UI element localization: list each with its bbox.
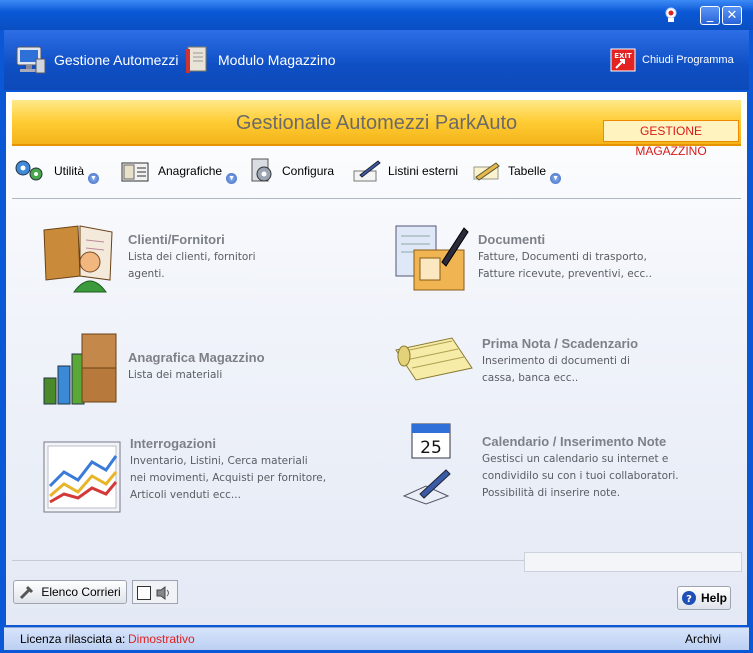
listini-esterni-label: Listini esterni — [388, 164, 459, 178]
tabelle-menu[interactable]: Tabelle ▼ — [472, 156, 562, 186]
header-banner: Gestionale Automezzi ParkAuto GESTIONE M… — [12, 100, 741, 158]
module-desc: Inventario, Listini, Cerca materiali — [130, 455, 308, 467]
tool-icon — [20, 585, 34, 600]
module-desc: Gestisci un calendario su internet e — [482, 453, 669, 465]
module-desc: Articoli venduti ecc... — [130, 489, 241, 501]
module-desc: Possibilità di inserire note. — [482, 487, 621, 499]
module-title: Interrogazioni — [130, 436, 216, 451]
license-label: Licenza rilasciata a: — [20, 632, 126, 646]
computer-icon — [16, 46, 46, 74]
modulo-magazzino-button[interactable]: Modulo Magazzino — [184, 46, 336, 74]
app-bar: Gestione Automezzi Modulo Magazzino EXIT… — [4, 30, 749, 90]
module-anagrafica-magazzino[interactable]: Anagrafica Magazzino Lista dei materiali — [40, 328, 265, 408]
toolbar: Utilità ▼ Anagrafiche ▼ Configura Listin… — [12, 152, 741, 192]
divider — [12, 198, 741, 199]
window-frame: _ ✕ Gestione Automezzi Modulo Magazzino — [0, 0, 753, 653]
notes-icon — [402, 469, 451, 505]
user-icon[interactable] — [662, 6, 680, 24]
module-title: Anagrafica Magazzino — [128, 350, 265, 365]
main-panel: Gestionale Automezzi ParkAuto GESTIONE M… — [6, 92, 747, 625]
module-calendario[interactable]: 25 Calendario / Inserimento Note Gestisc… — [402, 420, 679, 510]
help-label: Help — [700, 591, 727, 605]
utilita-label: Utilità — [54, 164, 85, 178]
modulo-magazzino-label: Modulo Magazzino — [218, 52, 336, 68]
utilita-menu[interactable]: Utilità ▼ — [14, 156, 100, 186]
minimize-icon: _ — [706, 8, 714, 23]
module-documenti[interactable]: Documenti Fatture, Documenti di trasport… — [392, 222, 652, 296]
anagrafiche-menu[interactable]: Anagrafiche ▼ — [120, 156, 238, 186]
gestione-automezzi-label: Gestione Automezzi — [54, 52, 179, 68]
pen-icon — [353, 160, 381, 182]
chiudi-programma-label: Chiudi Programma — [642, 54, 734, 66]
module-prima-nota[interactable]: Prima Nota / Scadenzario Inserimento di … — [392, 332, 638, 387]
module-desc: agenti. — [128, 268, 165, 280]
line-chart-icon — [43, 441, 121, 513]
module-interrogazioni[interactable]: Interrogazioni Inventario, Listini, Cerc… — [40, 436, 326, 516]
module-clienti-fornitori[interactable]: Clienti/Fornitori Lista dei clienti, for… — [40, 222, 256, 294]
contacts-book-icon — [43, 225, 113, 293]
chiudi-programma-button[interactable]: EXIT Chiudi Programma — [610, 46, 734, 74]
anagrafiche-label: Anagrafiche — [158, 164, 223, 178]
svg-text:25: 25 — [420, 438, 442, 458]
documents-icon — [395, 225, 469, 291]
listini-esterni-button[interactable]: Listini esterni — [352, 156, 458, 186]
chevron-down-icon[interactable]: ▼ — [88, 172, 100, 184]
book-icon — [186, 46, 207, 73]
gears-icon — [15, 160, 43, 181]
elenco-corrieri-label: Elenco Corrieri — [41, 585, 121, 599]
status-bar: Licenza rilasciata a: Dimostrativo Archi… — [4, 627, 749, 650]
sound-toggle-group — [132, 580, 178, 604]
notepad-icon — [395, 337, 473, 381]
module-desc: Fatture, Documenti di trasporto, — [478, 251, 647, 263]
chevron-down-icon[interactable]: ▼ — [226, 172, 238, 184]
module-title: Clienti/Fornitori — [128, 232, 225, 247]
archivi-link[interactable]: Archivi — [685, 632, 721, 646]
speaker-icon[interactable] — [155, 585, 173, 601]
help-icon: ? — [681, 591, 696, 605]
pencil-icon — [473, 162, 500, 181]
module-desc: condividilo su con i tuoi collaboratori. — [482, 470, 679, 482]
configura-label: Configura — [282, 164, 335, 178]
close-icon: ✕ — [726, 8, 738, 23]
module-desc: Lista dei materiali — [128, 369, 223, 381]
svg-text:?: ? — [686, 594, 692, 605]
title-bar: _ ✕ — [0, 0, 753, 30]
sound-checkbox[interactable] — [137, 586, 151, 600]
configura-button[interactable]: Configura — [248, 156, 334, 186]
minimize-button[interactable]: _ — [700, 6, 720, 25]
module-desc: Inserimento di documenti di — [482, 355, 630, 367]
config-icon — [251, 158, 272, 182]
module-desc: nei movimenti, Acquisti per fornitore, — [130, 472, 327, 484]
calendar-icon-group: 25 — [402, 420, 466, 510]
module-badge: GESTIONE MAGAZZINO — [603, 120, 739, 158]
module-title: Prima Nota / Scadenzario — [482, 336, 639, 351]
svg-text:EXIT: EXIT — [614, 52, 632, 60]
info-panel — [524, 552, 742, 572]
gestione-automezzi-button[interactable]: Gestione Automezzi — [14, 46, 179, 74]
boxes-chart-icon — [43, 333, 117, 405]
license-value: Dimostrativo — [128, 632, 195, 646]
exit-icon: EXIT — [610, 48, 636, 72]
elenco-corrieri-button[interactable]: Elenco Corrieri — [13, 580, 127, 604]
module-desc: Fatture ricevute, preventivi, ecc.. — [478, 268, 652, 280]
address-book-icon — [121, 162, 149, 182]
module-desc: cassa, banca ecc.. — [482, 372, 579, 384]
module-title: Documenti — [478, 232, 546, 247]
chevron-down-icon[interactable]: ▼ — [550, 172, 562, 184]
calendar-icon: 25 — [411, 423, 451, 459]
module-title: Calendario / Inserimento Note — [482, 434, 667, 449]
module-desc: Lista dei clienti, fornitori — [128, 251, 256, 263]
close-button[interactable]: ✕ — [722, 6, 742, 25]
tabelle-label: Tabelle — [508, 164, 547, 178]
help-button[interactable]: ? Help — [677, 586, 731, 610]
